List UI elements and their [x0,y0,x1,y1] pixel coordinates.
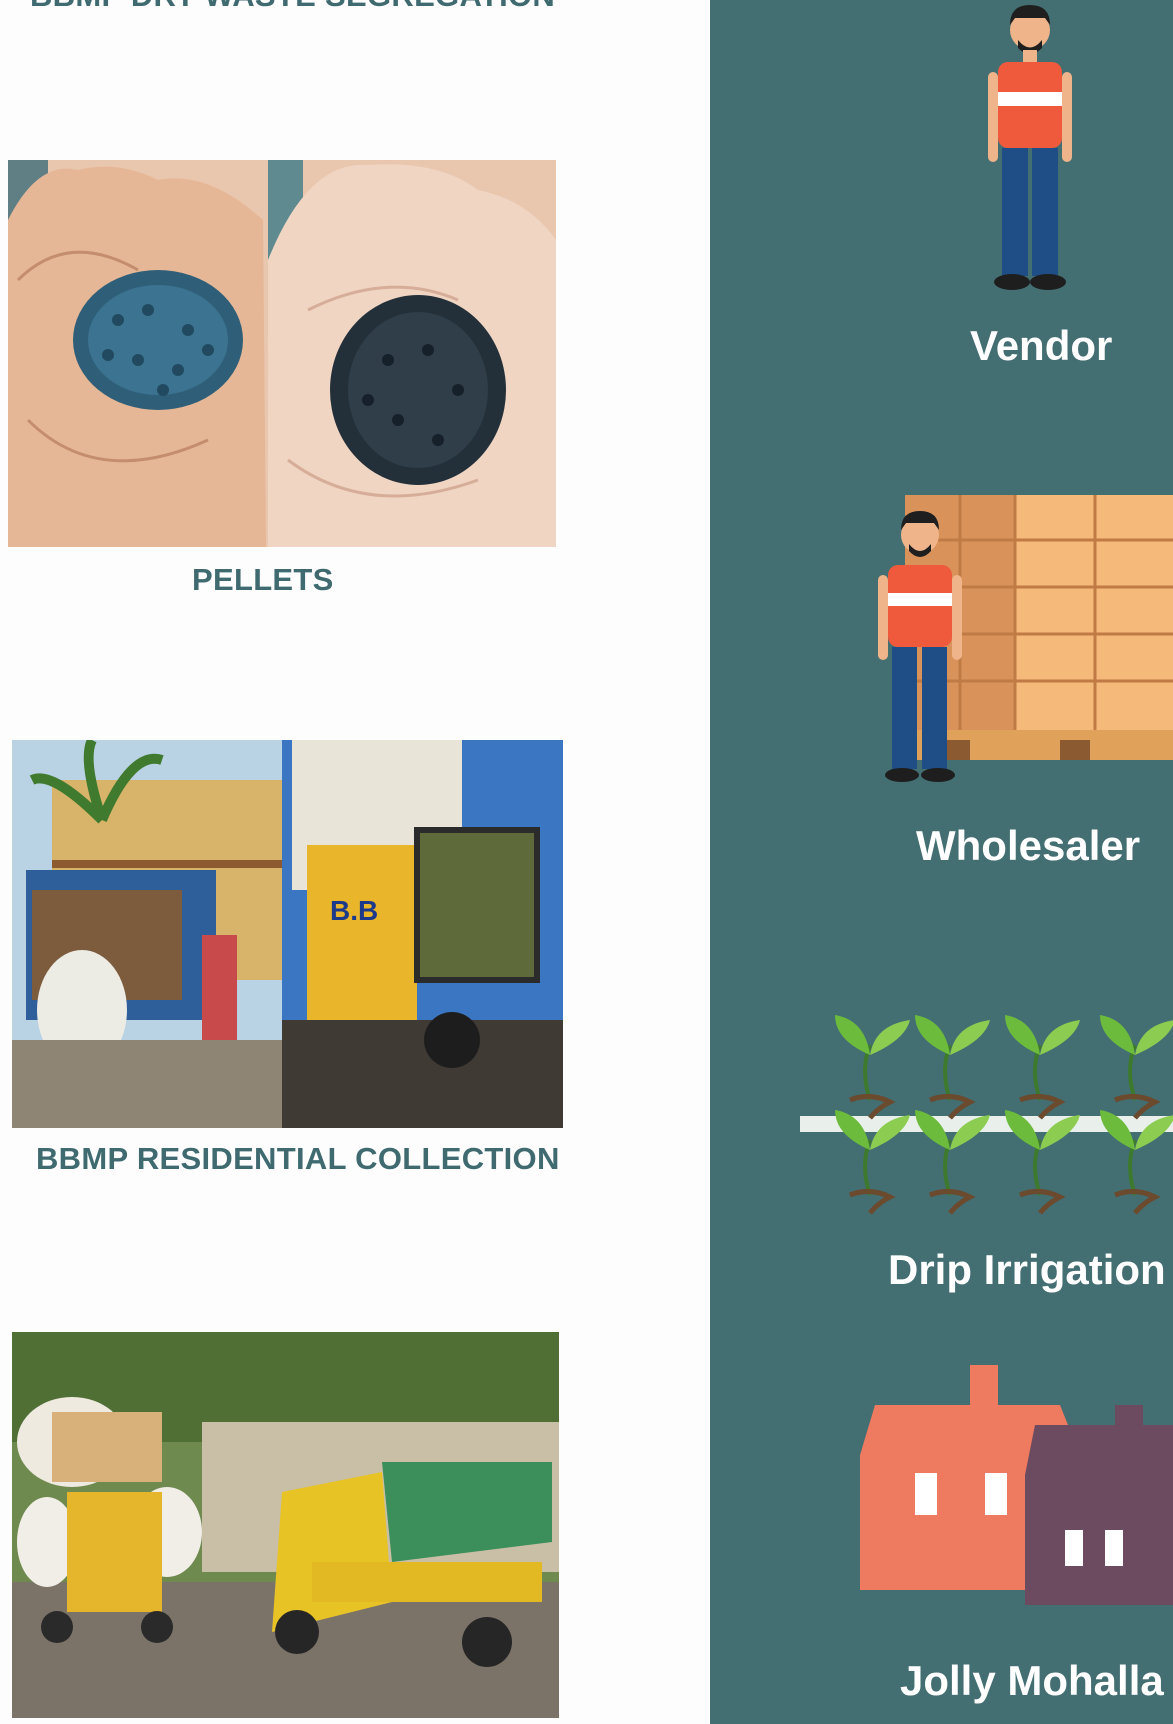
jolly-mohalla-label: Jolly Mohalla [900,1657,1164,1704]
left-column: BBMP DRY WASTE SEGREGATION [0,0,710,1724]
drip-irrigation-label: Drip Irrigation [888,1246,1166,1293]
supply-chain-panel: Vendor Wholesaler Drip Irrigation Jolly … [710,0,1173,1724]
auto-vehicles-photo [12,1332,559,1718]
vendor-label: Vendor [970,322,1113,369]
residential-collection-caption: BBMP RESIDENTIAL COLLECTION [36,1141,560,1176]
houses-icon [850,1365,1173,1605]
wholesaler-label: Wholesaler [916,822,1141,869]
dry-waste-caption: BBMP DRY WASTE SEGREGATION [30,0,555,14]
plant-sprouts-icon [800,1000,1173,1215]
wholesaler-boxes-icon [860,495,1173,785]
svg-text:B.B: B.B [330,895,378,926]
pellets-caption: PELLETS [192,562,334,597]
pellets-photo [8,160,556,547]
residential-collection-photo: B.B [12,740,563,1128]
vendor-person-icon [980,0,1080,292]
